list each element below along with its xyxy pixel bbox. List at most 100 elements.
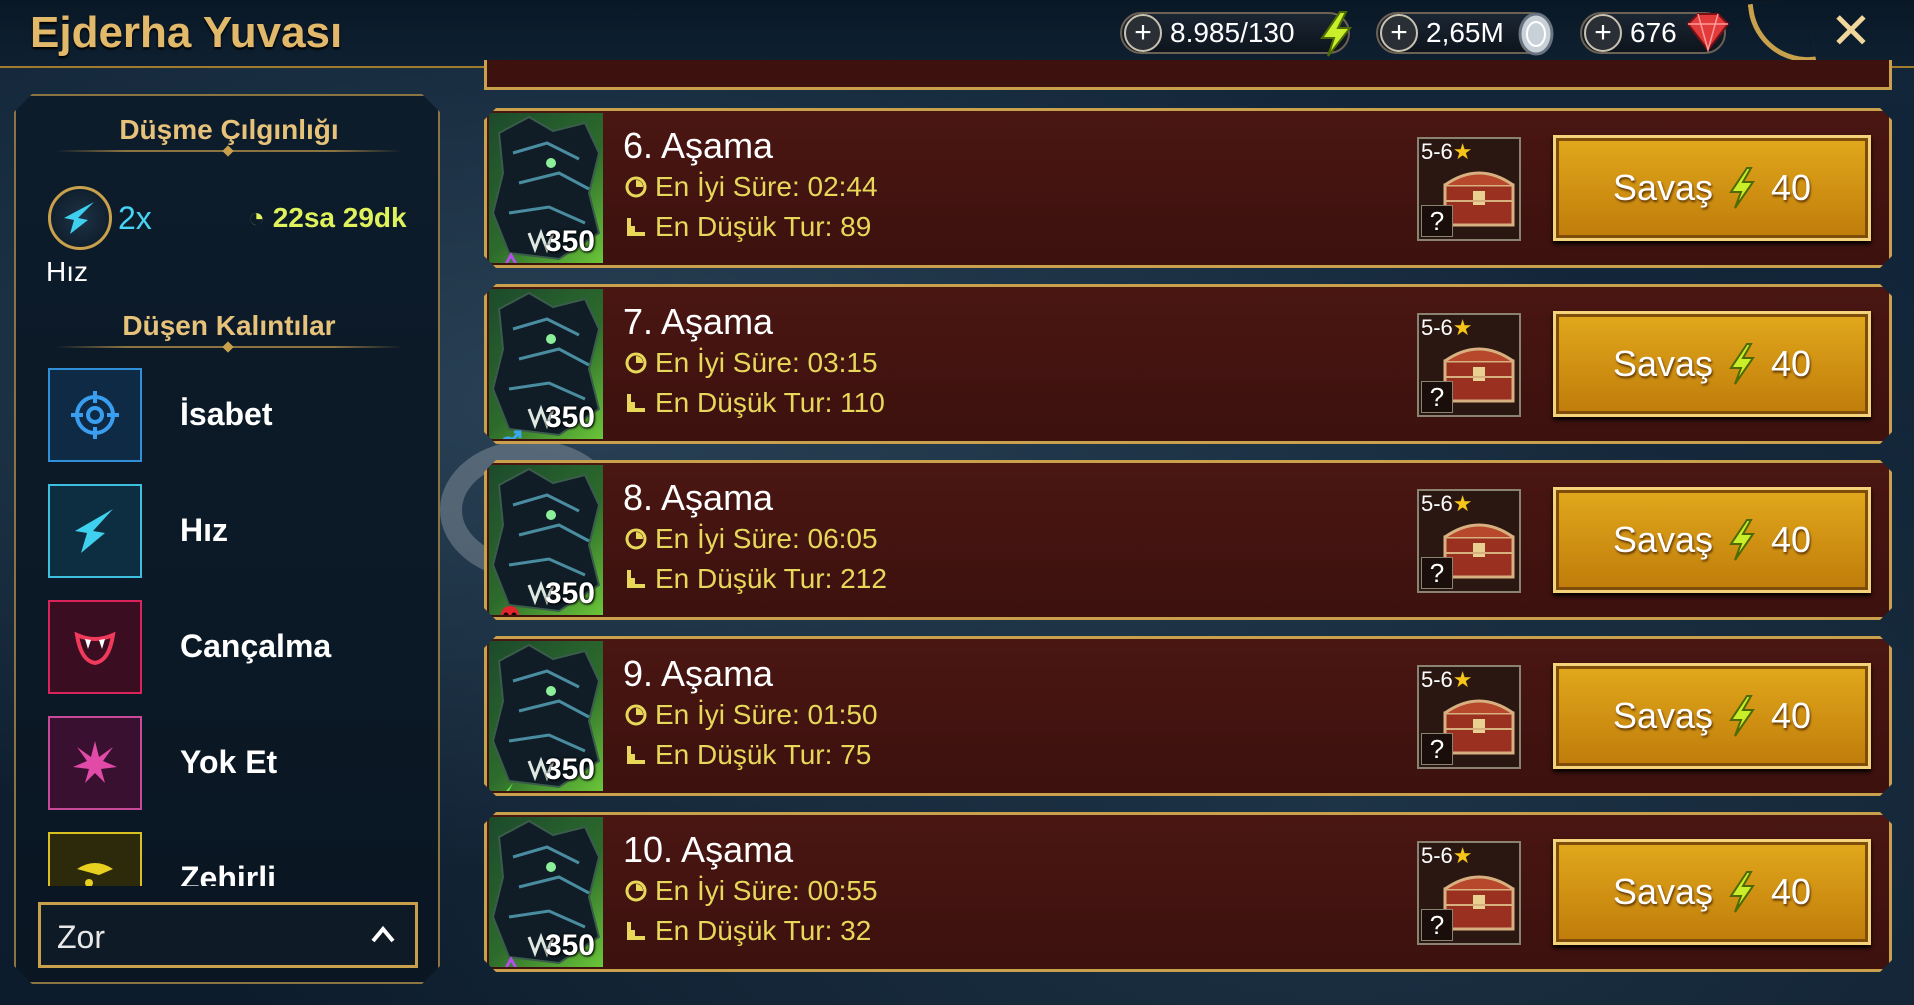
best-time-text: En İyi Süre: 03:15 bbox=[655, 347, 878, 378]
min-turns-text: En Düşük Tur: 110 bbox=[655, 387, 885, 418]
reward-chest[interactable]: 5-6★ ? bbox=[1417, 137, 1521, 241]
fight-button[interactable]: Savaş 40 bbox=[1553, 311, 1871, 417]
boss-portrait: 350 bbox=[489, 465, 603, 615]
speed-frenzy-icon[interactable] bbox=[48, 186, 112, 250]
fight-label: Savaş bbox=[1612, 519, 1713, 560]
energy-cost: 40 bbox=[1771, 519, 1812, 560]
add-gems-button[interactable]: + bbox=[1584, 14, 1622, 52]
energy-cost: 40 bbox=[1771, 343, 1812, 384]
divider bbox=[56, 346, 402, 348]
energy-cost: 40 bbox=[1771, 871, 1812, 912]
min-turns: En Düşük Tur: 212 bbox=[625, 563, 887, 595]
relic-label: İsabet bbox=[180, 396, 273, 432]
relic-label: Cançalma bbox=[180, 628, 332, 664]
boss-level: 350 bbox=[544, 225, 595, 258]
silver-value: 2,65M bbox=[1426, 17, 1504, 48]
relic-label: Zehirli bbox=[180, 860, 277, 886]
stage-name: 6. Aşama bbox=[623, 125, 774, 166]
difficulty-dropdown[interactable]: Zor bbox=[38, 902, 418, 968]
min-turns-text: En Düşük Tur: 75 bbox=[655, 739, 872, 770]
boss-portrait: 350 bbox=[489, 817, 603, 967]
relic-speed[interactable]: Hız bbox=[48, 484, 448, 578]
unknown-reward-icon: ? bbox=[1421, 557, 1453, 589]
relics-heading: Düşen Kalıntılar bbox=[122, 310, 336, 341]
difficulty-value: Zor bbox=[57, 919, 105, 955]
burst-icon bbox=[48, 716, 142, 810]
boss-portrait: 350 bbox=[489, 641, 603, 791]
clock-icon: ◔ bbox=[248, 202, 265, 233]
stairs-icon bbox=[625, 920, 647, 942]
gems-counter: + 676 bbox=[1580, 12, 1730, 54]
min-turns: En Düşük Tur: 75 bbox=[625, 739, 871, 771]
best-time: En İyi Süre: 03:15 bbox=[625, 347, 878, 379]
relic-lifesteal[interactable]: Cançalma bbox=[48, 600, 448, 694]
close-button[interactable]: ✕ bbox=[1826, 6, 1876, 56]
frenzy-timer-value: 22sa 29dk bbox=[272, 202, 407, 233]
relic-destroy[interactable]: Yok Et bbox=[48, 716, 448, 810]
energy-icon bbox=[1727, 694, 1757, 738]
add-energy-button[interactable]: + bbox=[1124, 14, 1162, 52]
fight-label: Savaş bbox=[1612, 167, 1713, 208]
relic-accuracy[interactable]: İsabet bbox=[48, 368, 448, 462]
frenzy-multiplier: 2x bbox=[118, 200, 152, 236]
stage-row-6: 350 6. Aşama En İyi Süre: 02:44 En Düşük… bbox=[484, 108, 1892, 268]
fight-button[interactable]: Savaş 40 bbox=[1553, 487, 1871, 593]
best-time: En İyi Süre: 01:50 bbox=[625, 699, 878, 731]
clock-icon bbox=[625, 704, 647, 726]
stairs-icon bbox=[625, 744, 647, 766]
add-silver-button[interactable]: + bbox=[1380, 14, 1418, 52]
frenzy-heading: Düşme Çılgınlığı bbox=[119, 114, 339, 145]
gems-value: 676 bbox=[1630, 17, 1677, 48]
chevron-up-icon bbox=[369, 921, 397, 954]
relic-label: Hız bbox=[180, 512, 228, 548]
best-time: En İyi Süre: 00:55 bbox=[625, 875, 878, 907]
min-turns: En Düşük Tur: 110 bbox=[625, 387, 885, 419]
fight-label: Savaş bbox=[1612, 343, 1713, 384]
unknown-reward-icon: ? bbox=[1421, 733, 1453, 765]
boss-level: 350 bbox=[544, 577, 595, 610]
reward-chest[interactable]: 5-6★ ? bbox=[1417, 313, 1521, 417]
boss-portrait: 350 bbox=[489, 289, 603, 439]
best-time-text: En İyi Süre: 02:44 bbox=[655, 171, 878, 202]
reward-chest[interactable]: 5-6★ ? bbox=[1417, 665, 1521, 769]
fight-button[interactable]: Savaş 40 bbox=[1553, 135, 1871, 241]
speed-icon bbox=[48, 484, 142, 578]
fight-label: Savaş bbox=[1612, 695, 1713, 736]
frenzy-stat-label: Hız bbox=[46, 256, 88, 287]
clock-icon bbox=[625, 880, 647, 902]
stage-row-7: 350 7. Aşama En İyi Süre: 03:15 En Düşük… bbox=[484, 284, 1892, 444]
reward-chest[interactable]: 5-6★ ? bbox=[1417, 489, 1521, 593]
stage-name: 8. Aşama bbox=[623, 477, 774, 518]
energy-icon bbox=[1727, 870, 1757, 914]
best-time: En İyi Süre: 06:05 bbox=[625, 523, 878, 555]
divider bbox=[56, 150, 402, 152]
fight-button[interactable]: Savaş 40 bbox=[1553, 839, 1871, 945]
best-time: En İyi Süre: 02:44 bbox=[625, 171, 878, 203]
stairs-icon bbox=[625, 392, 647, 414]
stairs-icon bbox=[625, 216, 647, 238]
left-panel: Düşme Çılgınlığı 2x ◔ 22sa 29dk Hız Düşe… bbox=[14, 94, 440, 984]
energy-value: 8.985/130 bbox=[1170, 17, 1295, 48]
stage-row-10: 350 10. Aşama En İyi Süre: 00:55 En Düşü… bbox=[484, 812, 1892, 972]
unknown-reward-icon: ? bbox=[1421, 909, 1453, 941]
energy-icon bbox=[1727, 342, 1757, 386]
unknown-reward-icon: ? bbox=[1421, 205, 1453, 237]
fangs-icon bbox=[48, 600, 142, 694]
best-time-text: En İyi Süre: 06:05 bbox=[655, 523, 878, 554]
unknown-reward-icon: ? bbox=[1421, 381, 1453, 413]
clock-icon bbox=[625, 176, 647, 198]
energy-counter: + 8.985/130 bbox=[1120, 11, 1353, 57]
silver-counter: + 2,65M bbox=[1376, 12, 1554, 56]
min-turns-text: En Düşük Tur: 32 bbox=[655, 915, 872, 946]
stage-row-8: 350 8. Aşama En İyi Süre: 06:05 En Düşük… bbox=[484, 460, 1892, 620]
best-time-text: En İyi Süre: 00:55 bbox=[655, 875, 878, 906]
fight-button[interactable]: Savaş 40 bbox=[1553, 663, 1871, 769]
ruby-icon bbox=[1684, 10, 1732, 59]
min-turns: En Düşük Tur: 32 bbox=[625, 915, 871, 947]
clock-icon bbox=[625, 528, 647, 550]
stage-row-partial bbox=[484, 60, 1892, 90]
energy-icon bbox=[1727, 166, 1757, 210]
min-turns-text: En Düşük Tur: 212 bbox=[655, 563, 887, 594]
relic-poison[interactable]: Zehirli bbox=[48, 832, 448, 886]
reward-chest[interactable]: 5-6★ ? bbox=[1417, 841, 1521, 945]
